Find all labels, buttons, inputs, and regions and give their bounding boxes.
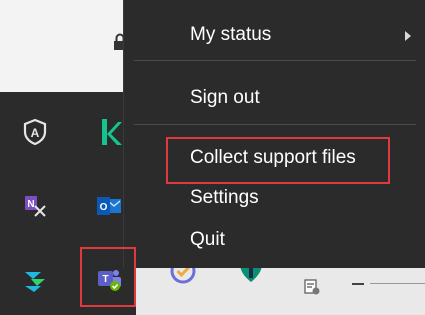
- svg-text:A: A: [31, 126, 40, 140]
- menu-item-label: Sign out: [190, 87, 260, 108]
- menu-item-label: My status: [190, 24, 272, 45]
- menu-item-my-status[interactable]: My status: [124, 16, 425, 54]
- shield-a-icon[interactable]: A: [13, 110, 57, 154]
- highlight-box-collect-support-files: [166, 137, 390, 184]
- svg-text:N: N: [27, 199, 34, 210]
- menu-item-settings[interactable]: Settings: [124, 179, 425, 217]
- menu-separator: [134, 60, 416, 61]
- screenshot-stage: A N O T My status Sign out Collect suppo…: [0, 0, 425, 315]
- menu-item-sign-out[interactable]: Sign out: [124, 79, 425, 117]
- menu-item-label: Quit: [190, 229, 225, 250]
- menu-item-label: Settings: [190, 187, 259, 208]
- svg-text:O: O: [100, 202, 108, 213]
- menu-separator: [134, 124, 416, 125]
- settings-doc-icon[interactable]: [303, 278, 321, 296]
- context-menu: My status Sign out Collect support files…: [123, 0, 425, 268]
- zoom-minus-icon[interactable]: [352, 283, 364, 285]
- zoom-slider-track[interactable]: [370, 283, 425, 284]
- menu-item-quit[interactable]: Quit: [124, 221, 425, 259]
- submenu-arrow-icon: [405, 31, 411, 41]
- stack-app-icon[interactable]: [13, 258, 57, 302]
- onenote-clip-icon[interactable]: N: [13, 184, 57, 228]
- highlight-box-teams-icon: [80, 247, 136, 307]
